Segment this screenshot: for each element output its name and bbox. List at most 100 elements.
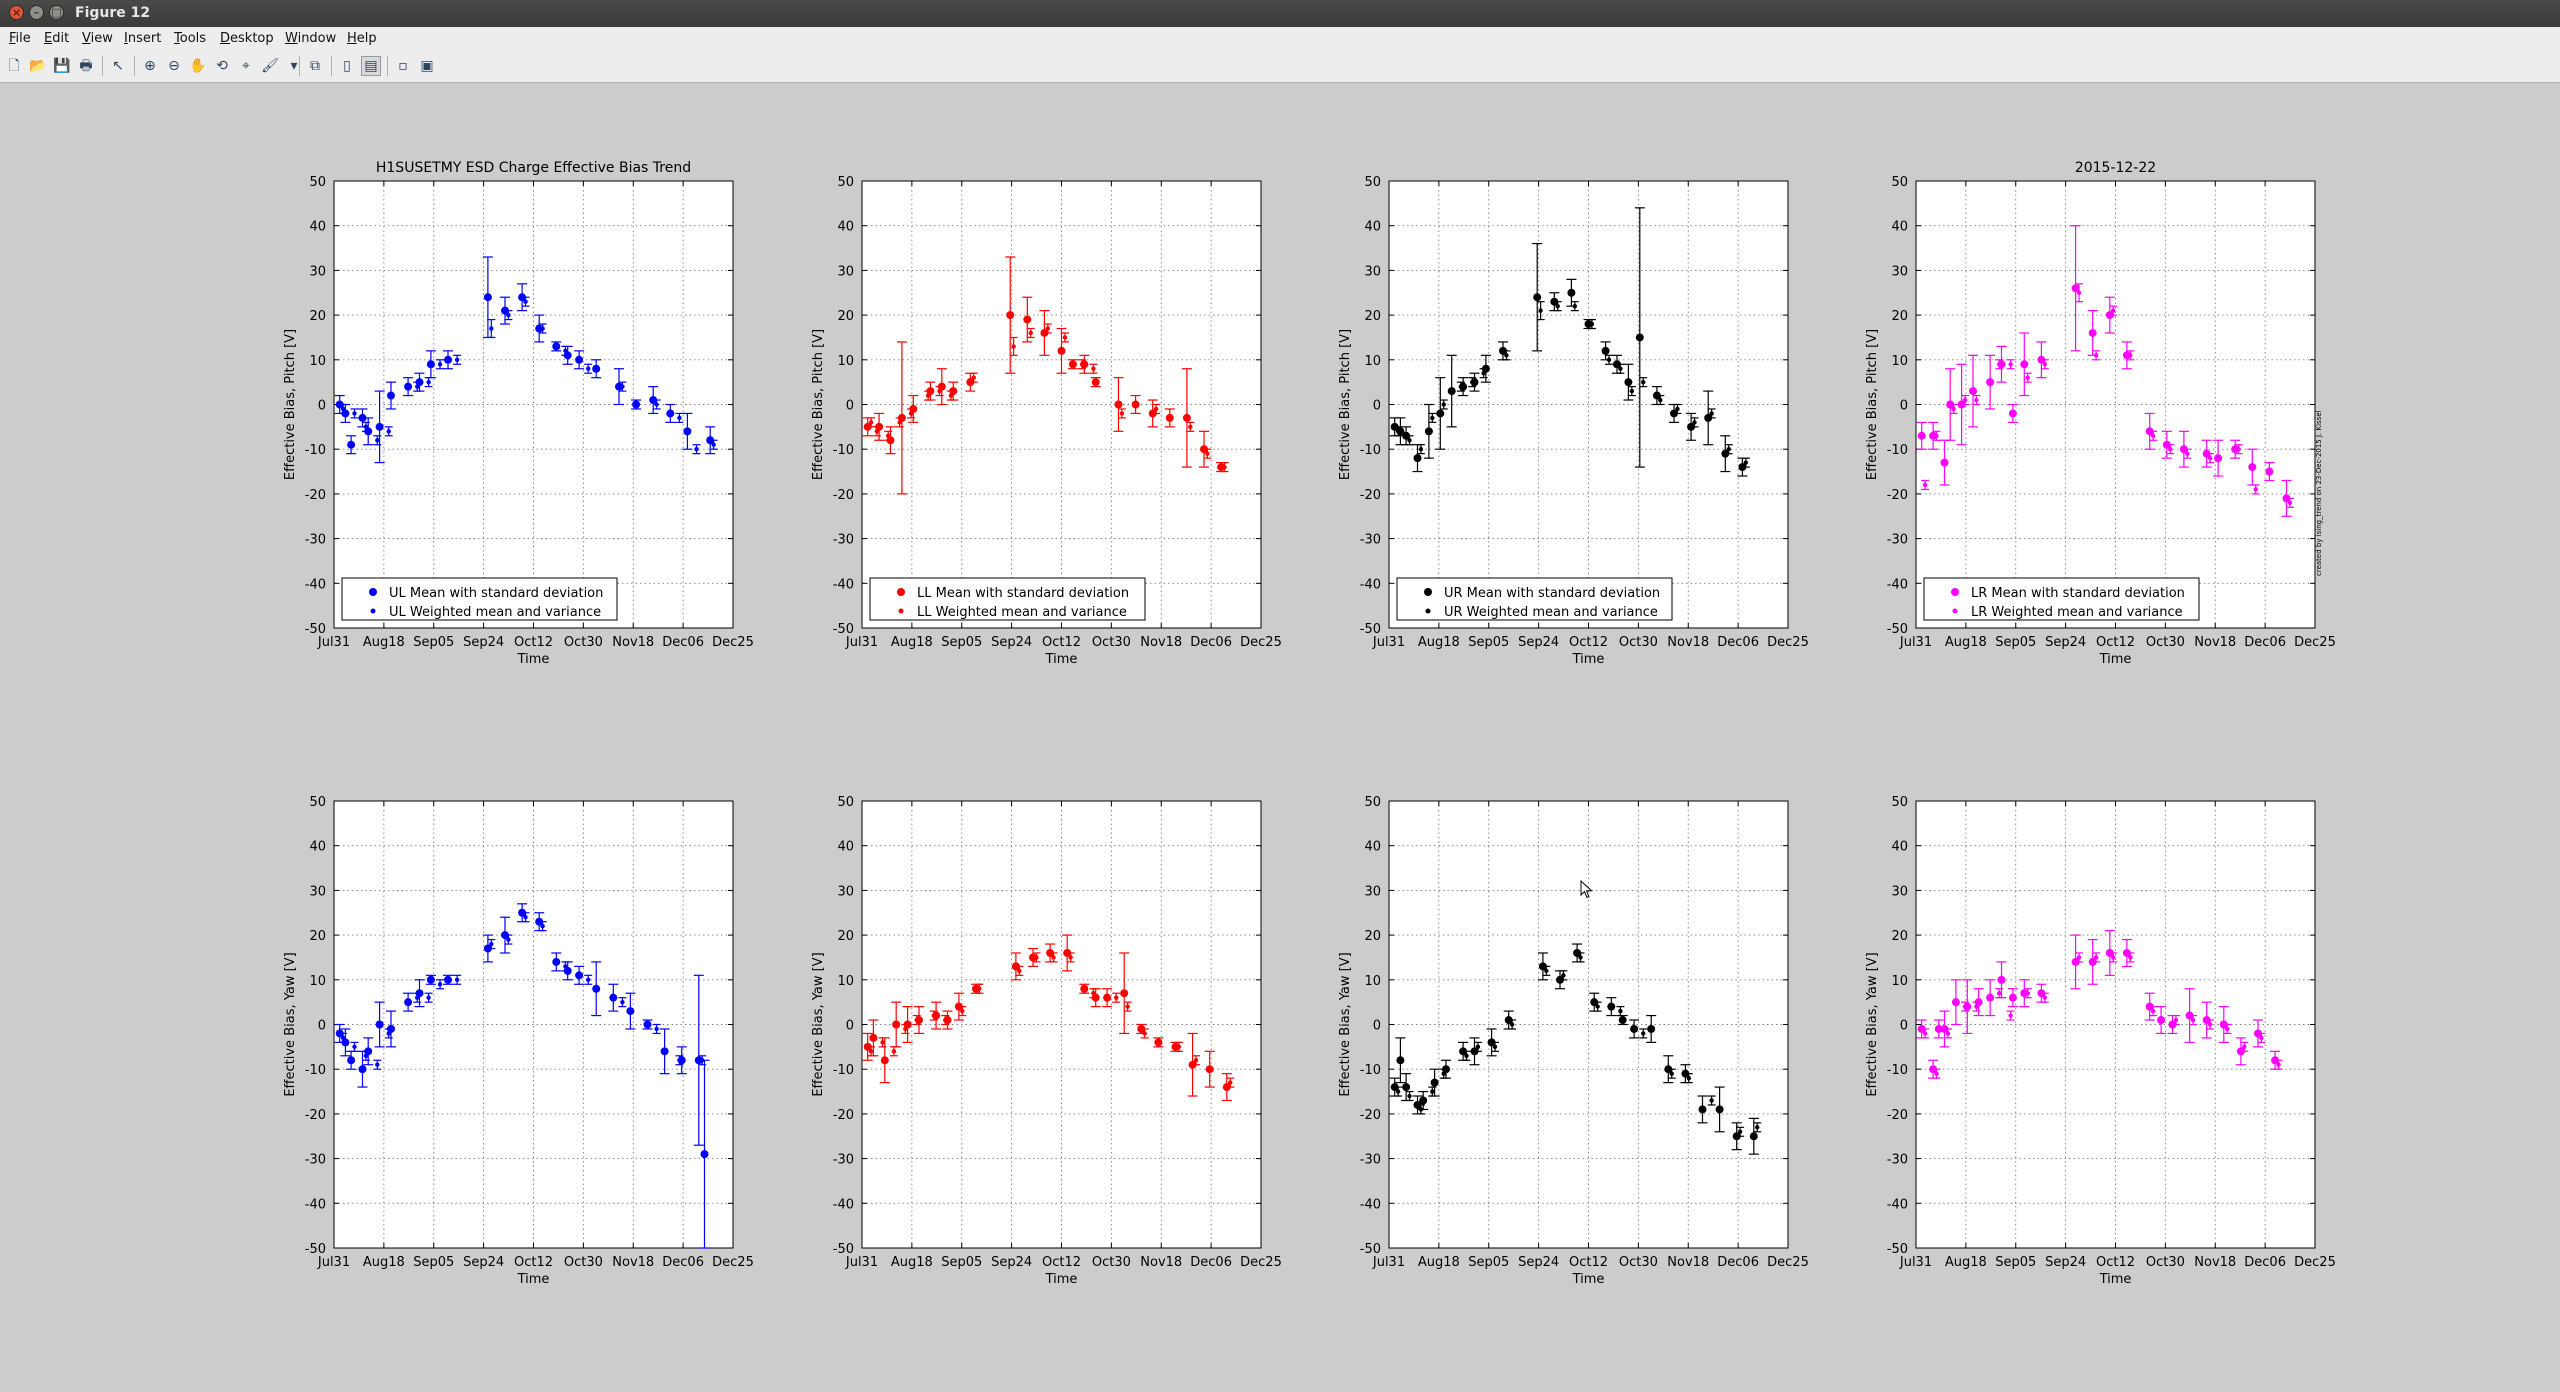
data-point (1154, 1038, 1163, 1047)
y-tick-label: -30 (1360, 1153, 1381, 1168)
data-point (1103, 993, 1112, 1002)
legend-marker (898, 608, 904, 614)
data-point (1567, 288, 1576, 297)
data-point (415, 384, 420, 389)
toolbar-separator (331, 56, 332, 76)
menu-help[interactable]: Help (347, 31, 377, 46)
brush-icon[interactable]: 🖌 (260, 56, 280, 76)
open-file-icon[interactable]: 📂 (28, 56, 48, 76)
data-point (1986, 993, 1995, 1002)
data-point (1641, 1031, 1646, 1036)
y-tick-label: 40 (1891, 220, 1908, 235)
x-tick-label: Dec06 (2244, 635, 2286, 650)
data-point (1572, 303, 1578, 309)
y-tick-label: -50 (833, 622, 854, 637)
x-tick-label: Oct12 (1042, 635, 1081, 650)
maximize-window-icon[interactable]: □ (49, 5, 64, 20)
menu-window[interactable]: Window (285, 31, 336, 46)
x-tick-label: Nov18 (1667, 635, 1709, 650)
window-title: Figure 12 (75, 5, 151, 21)
plot-UL-yaw: Jul31 Aug18 Sep05 Sep24 Oct12 Oct30 Nov18 Dec06… (283, 795, 754, 1287)
data-point (1091, 991, 1096, 996)
data-point (677, 1058, 682, 1063)
x-tick-label: Aug18 (1945, 1255, 1987, 1270)
x-axis-label: Time (1572, 1272, 1605, 1287)
data-point (1686, 1075, 1692, 1081)
data-point (2042, 362, 2048, 367)
x-tick-label: Sep24 (1518, 635, 1559, 650)
data-point (375, 422, 384, 431)
menu-desktop[interactable]: Desktop (220, 31, 274, 46)
menu-view[interactable]: View (82, 31, 113, 46)
y-tick-label: 30 (309, 264, 326, 279)
data-point (1153, 406, 1159, 412)
data-point (1481, 371, 1486, 376)
print-icon[interactable]: 🖶 (76, 56, 96, 76)
hide-plot-tools-icon[interactable]: ▫ (393, 56, 413, 76)
data-point (700, 1058, 705, 1063)
y-tick-label: 10 (309, 354, 326, 369)
menu-tools[interactable]: Tools (174, 31, 206, 46)
data-point (592, 364, 601, 373)
edit-plot-arrow-icon[interactable]: ↖ (108, 56, 128, 76)
data-point (386, 429, 391, 434)
data-point (1726, 447, 1731, 452)
data-point (575, 971, 584, 980)
y-tick-label: -50 (1360, 622, 1381, 637)
legend-icon[interactable]: ▤ (361, 56, 381, 76)
show-plot-tools-icon[interactable]: ▣ (417, 56, 437, 76)
plot-title: 2015-12-22 (2075, 160, 2156, 176)
menu-bar: File Edit View Insert Tools Desktop Wind… (0, 27, 2560, 50)
y-tick-label: 10 (1364, 354, 1381, 369)
y-tick-label: 20 (1364, 309, 1381, 324)
x-tick-label: Aug18 (891, 635, 933, 650)
data-cursor-icon[interactable]: ⌖ (236, 56, 256, 76)
y-tick-label: 20 (309, 929, 326, 944)
x-tick-label: Oct12 (1569, 635, 1608, 650)
data-point (700, 1150, 709, 1159)
data-point (1205, 451, 1210, 456)
x-tick-label: Oct12 (2096, 635, 2135, 650)
brush-dropdown-icon[interactable]: ▾ (284, 56, 304, 76)
x-tick-label: Oct30 (1619, 1255, 1658, 1270)
x-tick-label: Jul31 (845, 635, 878, 650)
link-plot-icon[interactable]: ⧉ (305, 56, 325, 76)
data-point (387, 391, 395, 400)
data-point (2225, 1026, 2230, 1032)
y-tick-label: -10 (305, 1063, 326, 1078)
y-tick-label: 50 (837, 795, 854, 810)
data-point (1441, 402, 1446, 407)
menu-insert[interactable]: Insert (124, 31, 161, 46)
menu-file[interactable]: File (9, 31, 31, 46)
y-tick-label: 40 (309, 840, 326, 855)
data-point (2214, 454, 2223, 463)
y-tick-label: 50 (309, 795, 326, 810)
data-point (404, 382, 413, 391)
y-tick-label: 20 (837, 309, 854, 324)
data-point (1028, 330, 1033, 336)
new-figure-icon[interactable]: 🗋 (4, 56, 24, 76)
x-tick-label: Jul31 (1899, 635, 1932, 650)
data-point (1458, 384, 1464, 389)
rotate-3d-icon[interactable]: ⟲ (212, 56, 232, 76)
pan-hand-icon[interactable]: ✋ (188, 56, 208, 76)
colorbar-icon[interactable]: ▯ (337, 56, 357, 76)
data-point (1079, 362, 1085, 367)
y-tick-label: -30 (1887, 1153, 1908, 1168)
data-point (1395, 1089, 1401, 1094)
data-point (2168, 447, 2173, 452)
close-window-icon[interactable]: × (9, 5, 24, 20)
minimize-window-icon[interactable]: – (29, 5, 44, 20)
x-tick-label: Sep24 (2045, 635, 2086, 650)
zoom-out-icon[interactable]: ⊖ (164, 56, 184, 76)
zoom-in-icon[interactable]: ⊕ (140, 56, 160, 76)
x-tick-label: Dec06 (1717, 635, 1759, 650)
save-icon[interactable]: 💾 (52, 56, 72, 76)
data-point (375, 1020, 384, 1029)
data-point (1193, 1058, 1199, 1063)
legend-marker (1425, 608, 1431, 614)
data-point (1182, 413, 1191, 422)
menu-edit[interactable]: Edit (44, 31, 69, 46)
data-point (1618, 1016, 1627, 1025)
data-point (1969, 387, 1977, 396)
